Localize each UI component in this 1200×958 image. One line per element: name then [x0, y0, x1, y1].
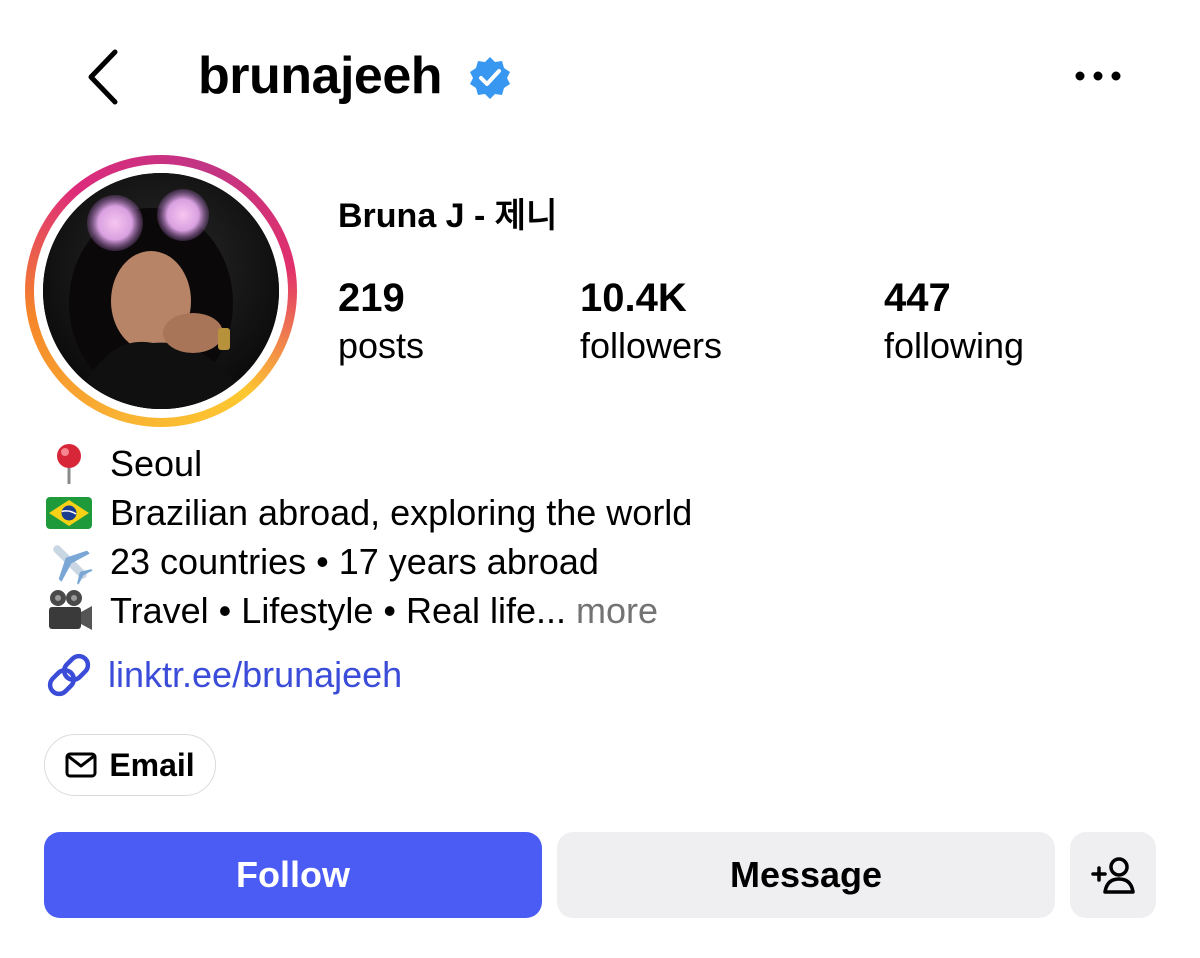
- following-count: 447: [884, 276, 951, 320]
- posts-count: 219: [338, 276, 405, 320]
- email-button[interactable]: Email: [44, 734, 216, 796]
- add-person-icon: [1091, 857, 1135, 894]
- link-text: linktr.ee/brunajeeh: [108, 654, 403, 695]
- link-icon: [47, 653, 91, 697]
- bio-location-text: Seoul: [110, 443, 203, 484]
- follow-button[interactable]: Follow: [44, 832, 542, 918]
- profile-photo: [43, 173, 279, 409]
- round-pushpin-icon: [46, 440, 98, 488]
- bio-more-link[interactable]: more: [576, 587, 658, 635]
- followers-label: followers: [580, 325, 723, 366]
- profile-username: brunajeeh: [198, 47, 443, 105]
- movie-camera-icon: [46, 587, 98, 635]
- bio-line-topics: Travel • Lifestyle • Real life... more: [46, 587, 658, 635]
- more-options-button[interactable]: [1068, 52, 1128, 100]
- suggested-users-button[interactable]: [1070, 832, 1156, 918]
- bio-line-travel: 23 countries • 17 years abroad: [46, 538, 599, 586]
- email-label: Email: [109, 746, 195, 783]
- chevron-left-icon: [88, 49, 118, 105]
- avatar[interactable]: [25, 155, 297, 427]
- airplane-icon: [46, 538, 98, 586]
- brazil-flag-icon: [46, 489, 98, 537]
- bio-nationality-text: Brazilian abroad, exploring the world: [110, 492, 693, 533]
- posts-label: posts: [338, 325, 425, 366]
- verified-badge-icon: [470, 57, 510, 99]
- bio-link[interactable]: linktr.ee/brunajeeh: [44, 650, 402, 700]
- envelope-icon: [65, 752, 97, 778]
- bio-line-nationality: Brazilian abroad, exploring the world: [46, 489, 692, 537]
- back-button[interactable]: [78, 42, 128, 112]
- message-button[interactable]: Message: [557, 832, 1055, 918]
- followers-count: 10.4K: [580, 276, 687, 320]
- avatar-border: [34, 164, 288, 418]
- bio-travel-text: 23 countries • 17 years abroad: [110, 541, 599, 582]
- display-name: Bruna J - 제니: [338, 197, 558, 235]
- bio-line-location: Seoul: [46, 440, 202, 488]
- more-horizontal-icon: [1075, 71, 1121, 81]
- following-label: following: [884, 325, 1025, 366]
- bio-topics-text: Travel • Lifestyle • Real life...: [110, 590, 567, 631]
